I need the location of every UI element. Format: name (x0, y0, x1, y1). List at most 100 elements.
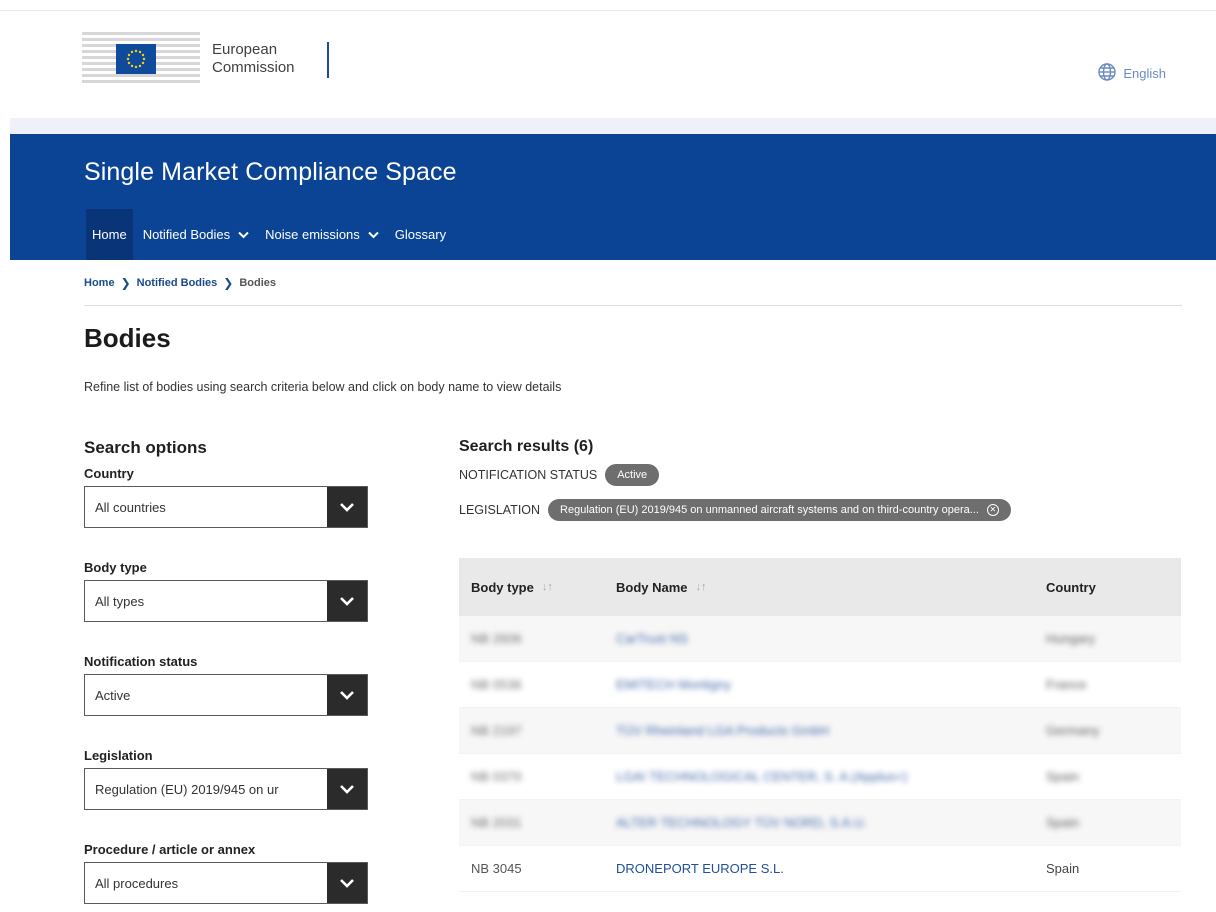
table-row: NB 2606 CarTrust NS Hungary (459, 616, 1181, 662)
table-row: NB 0536 EMITECH Montigny France (459, 662, 1181, 708)
cell-body-name-link[interactable]: ALTER TECHNOLOGY TÜV NORD, S.A.U. (604, 815, 1034, 830)
column-label: Body type (471, 579, 534, 595)
nav-item-notified-bodies[interactable]: Notified Bodies (137, 209, 255, 260)
logo-line-1: European (212, 41, 278, 58)
filter-chip[interactable]: Regulation (EU) 2019/945 on unmanned air… (548, 499, 1011, 521)
search-options-title: Search options (84, 438, 207, 457)
site-banner: Single Market Compliance Space Home Noti… (10, 134, 1216, 260)
chevron-down-icon[interactable] (327, 675, 367, 715)
column-header-country: Country (1034, 580, 1181, 595)
close-icon[interactable]: ✕ (986, 504, 999, 516)
breadcrumb-divider (84, 305, 1182, 306)
european-commission-logo[interactable]: European Commission (82, 28, 342, 90)
sort-icon[interactable]: ↓↑ (542, 581, 553, 593)
filter-notification-status: NOTIFICATION STATUS Active (459, 464, 1181, 486)
breadcrumb-home[interactable]: Home (84, 277, 115, 289)
field-label: Procedure / article or annex (84, 842, 256, 857)
table-row: NB 2031 ALTER TECHNOLOGY TÜV NORD, S.A.U… (459, 800, 1181, 846)
breadcrumb: Home ❯ Notified Bodies ❯ Bodies (84, 276, 276, 290)
chevron-down-icon[interactable] (327, 581, 367, 621)
sort-icon[interactable]: ↓↑ (696, 581, 707, 593)
top-divider (0, 10, 1216, 11)
chevron-down-icon[interactable] (327, 769, 367, 809)
search-results-title: Search results (6) (459, 438, 594, 455)
filter-label: NOTIFICATION STATUS (459, 468, 598, 482)
notification-status-field: Notification status Active (84, 654, 368, 716)
site-header: European Commission English (0, 12, 1216, 118)
select-value: All types (95, 593, 145, 609)
eu-flag-icon (116, 44, 156, 74)
chevron-down-icon[interactable] (327, 863, 367, 903)
filter-label: LEGISLATION (459, 503, 541, 517)
cell-country: Spain (1046, 861, 1080, 876)
nav-item-glossary[interactable]: Glossary (389, 209, 452, 260)
header-spacer (10, 118, 1216, 134)
chip-label: Regulation (EU) 2019/945 on unmanned air… (560, 504, 979, 516)
body-type-field: Body type All types (84, 560, 368, 622)
nav-label: Glossary (394, 227, 447, 242)
legislation-select[interactable]: Regulation (EU) 2019/945 on ur (84, 768, 368, 810)
cell-country: Spain (1046, 815, 1080, 830)
field-label: Body type (84, 560, 147, 575)
cell-body-name-link[interactable]: TÜV Rheinland LGA Products GmbH (604, 723, 1034, 738)
field-label: Country (84, 466, 134, 481)
chevron-down-icon[interactable] (327, 487, 367, 527)
column-label: Body Name (616, 579, 688, 595)
nav-item-home[interactable]: Home (86, 209, 133, 260)
table-header: Body type ↓↑ Body Name ↓↑ Country (459, 558, 1181, 616)
column-header-body-name[interactable]: Body Name ↓↑ (604, 580, 1034, 595)
globe-icon (1097, 62, 1117, 85)
select-value: Regulation (EU) 2019/945 on ur (95, 781, 279, 797)
cell-country: Germany (1046, 723, 1100, 738)
language-selector[interactable]: English (1097, 62, 1166, 85)
chevron-down-icon (238, 228, 249, 242)
chevron-down-icon (368, 228, 379, 242)
legislation-field: Legislation Regulation (EU) 2019/945 on … (84, 748, 368, 810)
select-value: All procedures (95, 875, 179, 891)
notification-status-select[interactable]: Active (84, 674, 368, 716)
cell-body-type: NB 2031 (471, 815, 522, 830)
column-label: Country (1046, 579, 1096, 595)
results-table: Body type ↓↑ Body Name ↓↑ Country NB 260… (459, 558, 1181, 892)
column-header-body-type[interactable]: Body type ↓↑ (459, 580, 604, 595)
logo-text: European Commission (212, 41, 295, 77)
search-results-panel: Search results (6) NOTIFICATION STATUS A… (459, 438, 1181, 892)
cell-body-type: NB 0536 (471, 677, 522, 692)
language-label: English (1123, 66, 1166, 81)
country-select[interactable]: All countries (84, 486, 368, 528)
breadcrumb-notified-bodies[interactable]: Notified Bodies (137, 277, 218, 289)
field-label: Notification status (84, 654, 198, 669)
site-title[interactable]: Single Market Compliance Space (84, 158, 457, 187)
cell-body-name-link[interactable]: EMITECH Montigny (604, 677, 1034, 692)
cell-body-type: NB 3045 (471, 861, 522, 876)
cell-body-type: NB 0370 (471, 769, 522, 784)
country-field: Country All countries (84, 466, 368, 528)
nav-label: Home (92, 227, 127, 242)
cell-country: Hungary (1046, 631, 1096, 646)
chevron-right-icon: ❯ (120, 276, 131, 290)
cell-body-type: NB 2197 (471, 723, 522, 738)
body-type-select[interactable]: All types (84, 580, 368, 622)
nav-label: Notified Bodies (142, 227, 231, 242)
field-label: Legislation (84, 748, 153, 763)
cell-body-type: NB 2606 (471, 631, 522, 646)
cell-body-name-link[interactable]: DRONEPORT EUROPE S.L. (604, 861, 1034, 876)
table-row: NB 0370 LGAI TECHNOLOGICAL CENTER, S. A.… (459, 754, 1181, 800)
table-row: NB 3045 DRONEPORT EUROPE S.L. Spain (459, 846, 1181, 892)
logo-line-2: Commission (212, 59, 295, 76)
select-value: All countries (95, 499, 166, 515)
page-intro: Refine list of bodies using search crite… (84, 380, 562, 394)
logo-divider (327, 42, 329, 78)
nav-item-noise-emissions[interactable]: Noise emissions (259, 209, 385, 260)
filter-legislation: LEGISLATION Regulation (EU) 2019/945 on … (459, 499, 1181, 521)
cell-country: France (1046, 677, 1087, 692)
cell-body-name-link[interactable]: LGAI TECHNOLOGICAL CENTER, S. A.(Applus+… (604, 769, 1034, 784)
page-title: Bodies (84, 323, 171, 353)
table-row: NB 2197 TÜV Rheinland LGA Products GmbH … (459, 708, 1181, 754)
cell-body-name-link[interactable]: CarTrust NS (604, 631, 1034, 646)
filter-chip[interactable]: Active (605, 464, 660, 486)
procedure-select[interactable]: All procedures (84, 862, 368, 904)
chevron-right-icon: ❯ (223, 276, 234, 290)
cell-country: Spain (1046, 769, 1080, 784)
main-navigation: Home Notified Bodies Noise emissions Glo… (86, 209, 452, 260)
